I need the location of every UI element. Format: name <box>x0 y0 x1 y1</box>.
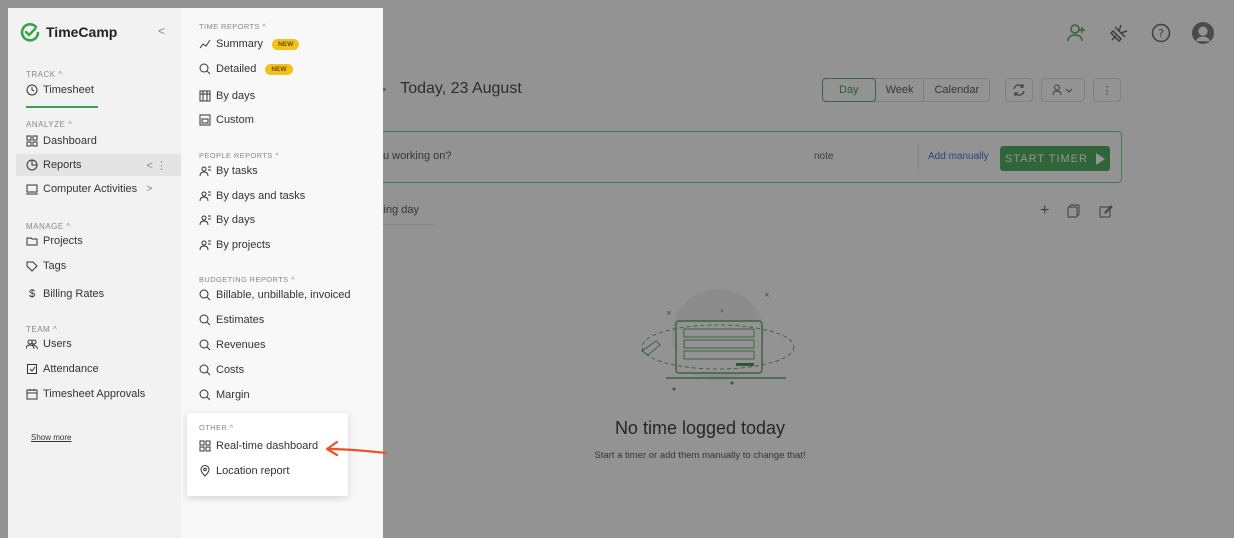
menu-item-margin[interactable]: Margin <box>199 389 250 401</box>
menu-item-label: Costs <box>216 364 245 376</box>
expand-chevron-icon[interactable]: > <box>146 183 152 195</box>
section-budgeting-reports[interactable]: BUDGETING REPORTS ^ <box>199 275 295 284</box>
menu-item-real-time-dashboard[interactable]: Real-time dashboard <box>199 440 318 452</box>
menu-item-estimates[interactable]: Estimates <box>199 314 264 326</box>
sidebar-item-tags[interactable]: Tags <box>26 260 66 272</box>
annotation-arrow <box>325 440 388 457</box>
menu-item-costs[interactable]: Costs <box>199 364 244 376</box>
active-underline <box>26 106 98 108</box>
sidebar-item-dashboard[interactable]: Dashboard <box>26 135 97 147</box>
sidebar: TimeCamp < TRACK ^ Timesheet ANALYZE ^ D… <box>8 8 181 538</box>
menu-item-by-days[interactable]: By days <box>199 90 255 102</box>
sidebar-item-label: Tags <box>43 260 67 272</box>
sidebar-item-attendance[interactable]: Attendance <box>26 363 99 375</box>
sidebar-item-timesheet-approvals[interactable]: Timesheet Approvals <box>26 388 145 400</box>
menu-item-label: By tasks <box>216 165 258 177</box>
menu-item-label: By days and tasks <box>216 190 306 202</box>
money-search-icon <box>199 364 211 376</box>
menu-item-label: Billable, unbillable, invoiced <box>216 289 351 301</box>
section-team[interactable]: TEAM ^ <box>26 325 57 334</box>
attendance-icon <box>27 364 37 374</box>
computer-icon <box>26 184 38 195</box>
new-badge: NEW <box>265 63 293 75</box>
section-manage[interactable]: MANAGE ^ <box>26 222 71 231</box>
new-badge: NEW <box>272 38 300 50</box>
logo-text: TimeCamp <box>46 24 118 40</box>
menu-item-label: Detailed <box>216 63 257 75</box>
sidebar-item-billing-rates[interactable]: $ Billing Rates <box>26 288 104 300</box>
menu-item-by-days-and-tasks[interactable]: By days and tasks <box>199 190 305 202</box>
collapse-sidebar-button[interactable]: < <box>158 24 165 38</box>
menu-item-label: Custom <box>216 114 254 126</box>
section-time-reports[interactable]: TIME REPORTS ^ <box>199 22 266 31</box>
menu-item-label: Margin <box>216 389 250 401</box>
person-report-icon <box>199 191 211 202</box>
sidebar-item-computer-activities[interactable]: Computer Activities > <box>26 183 153 195</box>
sidebar-item-label: Users <box>43 338 72 350</box>
sidebar-item-label: Timesheet <box>43 84 94 96</box>
menu-item-label: By projects <box>216 239 271 251</box>
section-people-reports[interactable]: PEOPLE REPORTS ^ <box>199 151 279 160</box>
money-search-icon <box>199 314 211 326</box>
tag-icon <box>26 261 38 272</box>
section-track[interactable]: TRACK ^ <box>26 70 63 79</box>
menu-item-label: Real-time dashboard <box>216 440 319 452</box>
person-report-icon <box>199 240 211 251</box>
menu-item-by-projects[interactable]: By projects <box>199 239 270 251</box>
menu-item-summary[interactable]: Summary NEW <box>199 38 300 50</box>
section-other[interactable]: OTHER ^ <box>199 423 234 432</box>
clock-icon <box>26 84 38 96</box>
person-report-icon <box>199 166 211 177</box>
menu-item-custom[interactable]: Custom <box>199 114 254 126</box>
menu-item-billable[interactable]: Billable, unbillable, invoiced <box>199 289 351 301</box>
summary-icon <box>199 39 211 49</box>
menu-item-people-by-days[interactable]: By days <box>199 214 255 226</box>
reports-options[interactable]: < ⋮ <box>147 159 167 172</box>
menu-item-label: Revenues <box>216 339 266 351</box>
menu-item-label: Summary <box>216 38 264 50</box>
menu-item-by-tasks[interactable]: By tasks <box>199 165 258 177</box>
section-analyze[interactable]: ANALYZE ^ <box>26 120 72 129</box>
money-search-icon <box>199 289 211 301</box>
sidebar-item-reports[interactable]: Reports < ⋮ <box>16 154 181 176</box>
reports-icon <box>26 159 38 171</box>
sidebar-item-label: Projects <box>43 235 83 247</box>
custom-icon <box>199 114 211 126</box>
menu-item-label: Location report <box>216 465 290 477</box>
dashboard-icon <box>26 135 38 147</box>
money-search-icon <box>199 389 211 401</box>
location-pin-icon <box>200 465 210 477</box>
menu-item-revenues[interactable]: Revenues <box>199 339 266 351</box>
timecamp-logo-icon <box>20 23 40 42</box>
approvals-icon <box>26 389 38 400</box>
sidebar-item-label: Timesheet Approvals <box>43 388 146 400</box>
menu-item-label: By days <box>216 90 256 102</box>
sidebar-item-label: Dashboard <box>43 135 97 147</box>
logo[interactable]: TimeCamp <box>20 22 117 42</box>
calendar-grid-icon <box>199 90 211 102</box>
sidebar-item-label: Billing Rates <box>43 288 105 300</box>
sidebar-item-timesheet[interactable]: Timesheet <box>26 84 94 96</box>
money-search-icon <box>199 339 211 351</box>
folder-icon <box>26 237 38 246</box>
menu-item-label: By days <box>216 214 256 226</box>
dollar-icon: $ <box>28 288 36 300</box>
sidebar-item-users[interactable]: Users <box>26 338 72 350</box>
menu-item-detailed[interactable]: Detailed NEW <box>199 63 293 75</box>
sidebar-item-projects[interactable]: Projects <box>26 235 83 247</box>
menu-item-location-report[interactable]: Location report <box>199 465 289 477</box>
show-more-link[interactable]: Show more <box>31 433 71 442</box>
users-icon <box>26 339 38 350</box>
sidebar-item-label: Attendance <box>43 363 99 375</box>
sidebar-item-label: Computer Activities <box>43 183 138 195</box>
detailed-icon <box>199 63 211 75</box>
menu-item-label: Estimates <box>216 314 265 326</box>
dashboard-icon <box>199 440 211 452</box>
sidebar-item-label: Reports <box>43 159 82 171</box>
person-report-icon <box>199 215 211 226</box>
